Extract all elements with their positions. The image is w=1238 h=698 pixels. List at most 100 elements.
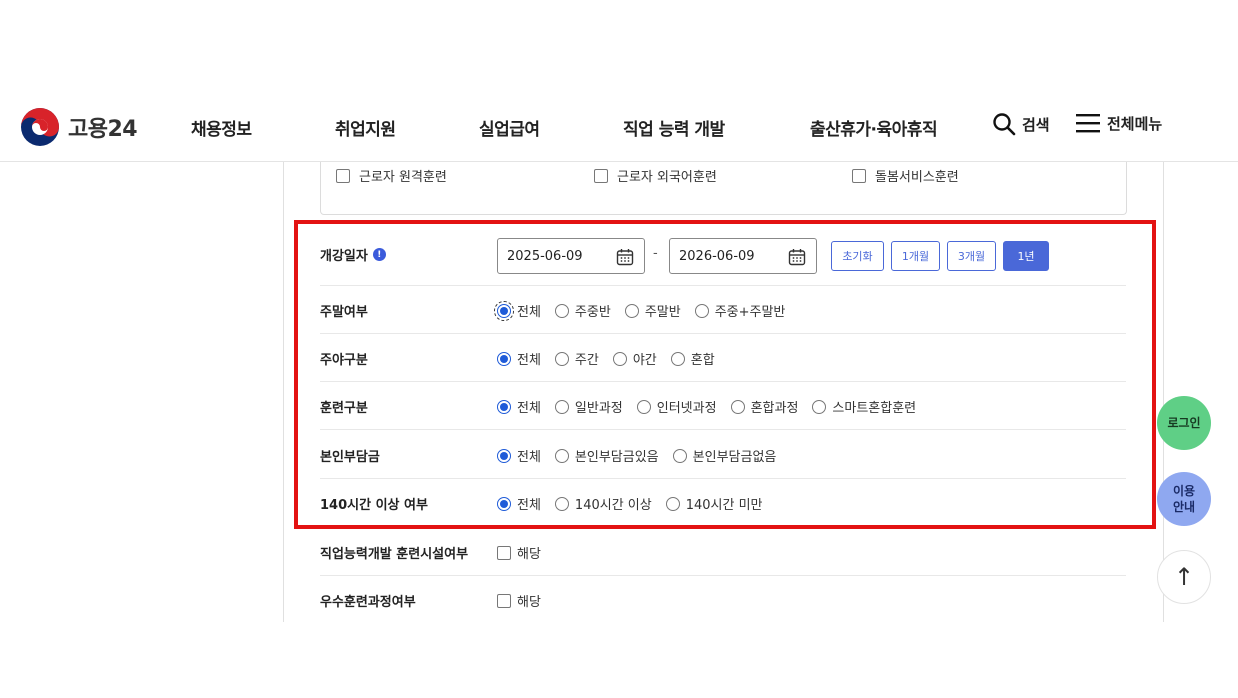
radio-label: 전체 bbox=[517, 450, 541, 465]
date-value: 2025-06-09 bbox=[507, 248, 583, 264]
radio-button[interactable] bbox=[612, 351, 627, 366]
period-1-year-button[interactable]: 1년 bbox=[1003, 241, 1049, 271]
radio-label: 인터넷과정 bbox=[656, 401, 717, 416]
radio-label: 140시간 미만 bbox=[685, 498, 763, 513]
all-menu-label: 전체메뉴 bbox=[1107, 114, 1163, 133]
logo-emblem-icon bbox=[21, 108, 59, 146]
checkbox[interactable] bbox=[497, 593, 511, 608]
logo[interactable]: 고용24 bbox=[20, 107, 138, 147]
period-1-month-button[interactable]: 1개월 bbox=[891, 241, 940, 271]
radio-group-day-night: 전체 주간 야간 혼합 bbox=[497, 349, 729, 368]
nav-item-employment-support[interactable]: 취업지원 bbox=[335, 115, 396, 140]
radio-button[interactable] bbox=[730, 399, 745, 414]
radio-label: 일반과정 bbox=[574, 401, 623, 416]
radio-button[interactable] bbox=[665, 496, 680, 511]
radio-option[interactable]: 주중반 bbox=[554, 301, 611, 320]
radio-option[interactable]: 전체 bbox=[497, 494, 541, 513]
calendar-icon[interactable] bbox=[616, 248, 634, 266]
radio-label: 스마트혼합훈련 bbox=[832, 401, 917, 416]
radio-option[interactable]: 전체 bbox=[497, 397, 541, 416]
radio-option[interactable]: 전체 bbox=[497, 446, 541, 465]
nav-item-unemployment-benefit[interactable]: 실업급여 bbox=[479, 115, 540, 140]
checkbox-foreign-language-training[interactable]: 근로자 외국어훈련 bbox=[594, 166, 717, 185]
radio-label: 혼합 bbox=[690, 353, 715, 368]
radio-button[interactable] bbox=[554, 351, 569, 366]
usage-guide-button[interactable]: 이용 안내 bbox=[1157, 472, 1211, 526]
radio-option[interactable]: 인터넷과정 bbox=[636, 397, 717, 416]
nav-item-parental-leave[interactable]: 출산휴가·육아휴직 bbox=[810, 115, 938, 140]
radio-button[interactable] bbox=[494, 300, 514, 321]
checkbox[interactable] bbox=[336, 168, 350, 183]
start-date-label: 개강일자 bbox=[320, 249, 368, 264]
radio-option[interactable]: 주간 bbox=[554, 349, 599, 368]
checkbox-option[interactable]: 해당 bbox=[497, 591, 541, 610]
logo-text: 고용24 bbox=[68, 117, 138, 142]
checkbox-remote-training[interactable]: 근로자 원격훈련 bbox=[336, 166, 447, 185]
radio-option[interactable]: 본인부담금없음 bbox=[672, 446, 776, 465]
radio-button[interactable] bbox=[694, 303, 709, 318]
checkbox-group-excellent-course: 해당 bbox=[497, 591, 555, 610]
checkbox-option[interactable]: 해당 bbox=[497, 543, 541, 562]
checkbox[interactable] bbox=[852, 168, 866, 183]
radio-option[interactable]: 혼합 bbox=[670, 349, 715, 368]
radio-option[interactable]: 스마트혼합훈련 bbox=[812, 397, 916, 416]
arrow-up-icon: ↑ bbox=[1173, 563, 1195, 591]
radio-button[interactable] bbox=[554, 303, 569, 318]
scroll-top-button[interactable]: ↑ bbox=[1157, 550, 1211, 604]
radio-group-140-hours: 전체 140시간 이상 140시간 미만 bbox=[497, 494, 777, 513]
calendar-icon[interactable] bbox=[788, 248, 806, 266]
radio-label: 전체 bbox=[517, 353, 541, 368]
radio-button[interactable] bbox=[554, 496, 569, 511]
radio-group-training-type: 전체 일반과정 인터넷과정 혼합과정 스마트혼합훈련 bbox=[497, 397, 930, 416]
radio-button[interactable] bbox=[624, 303, 639, 318]
radio-label: 전체 bbox=[517, 498, 541, 513]
search-icon bbox=[993, 113, 1016, 136]
radio-group-weekend: 전체 주중반 주말반 주중+주말반 bbox=[494, 300, 799, 321]
usage-guide-label: 이용 안내 bbox=[1173, 483, 1195, 515]
period-reset-button[interactable]: 초기화 bbox=[831, 241, 884, 271]
radio-option[interactable]: 혼합과정 bbox=[730, 397, 798, 416]
radio-button[interactable] bbox=[812, 399, 827, 414]
usage-guide-line-1: 이용 bbox=[1172, 484, 1196, 498]
search-button[interactable]: 검색 bbox=[992, 112, 1050, 136]
filter-row-self-payment: 본인부담금 전체 본인부담금있음 본인부담금없음 bbox=[320, 431, 1126, 479]
all-menu-button[interactable]: 전체메뉴 bbox=[1075, 112, 1162, 134]
radio-option[interactable]: 140시간 미만 bbox=[665, 494, 763, 513]
radio-button[interactable] bbox=[554, 448, 569, 463]
filter-label: 주야구분 bbox=[320, 353, 368, 368]
checkbox-care-service-training[interactable]: 돌봄서비스훈련 bbox=[852, 166, 959, 185]
radio-option[interactable]: 전체 bbox=[494, 300, 541, 321]
nav-item-vocational-training[interactable]: 직업 능력 개발 bbox=[623, 115, 725, 140]
checkbox[interactable] bbox=[594, 168, 608, 183]
radio-button[interactable] bbox=[554, 399, 569, 414]
filter-label: 훈련구분 bbox=[320, 401, 368, 416]
start-date-to-input[interactable]: 2026-06-09 bbox=[669, 238, 817, 274]
radio-label: 주중반 bbox=[574, 305, 611, 320]
radio-option[interactable]: 주말반 bbox=[624, 301, 681, 320]
radio-option[interactable]: 야간 bbox=[612, 349, 657, 368]
period-3-month-button[interactable]: 3개월 bbox=[947, 241, 996, 271]
nav-item-jobs[interactable]: 채용정보 bbox=[191, 115, 252, 140]
radio-label: 주말반 bbox=[644, 305, 681, 320]
radio-option[interactable]: 140시간 이상 bbox=[554, 494, 652, 513]
radio-option[interactable]: 본인부담금있음 bbox=[554, 446, 659, 465]
radio-option[interactable]: 전체 bbox=[497, 349, 541, 368]
radio-button[interactable] bbox=[497, 351, 511, 366]
filter-row-excellent-course: 우수훈련과정여부 해당 bbox=[320, 576, 1126, 624]
radio-button[interactable] bbox=[497, 448, 511, 463]
checkbox-label: 해당 bbox=[517, 595, 541, 610]
panel-left-border bbox=[283, 162, 284, 622]
radio-option[interactable]: 일반과정 bbox=[554, 397, 623, 416]
checkbox[interactable] bbox=[497, 545, 511, 560]
checkbox-label: 해당 bbox=[517, 547, 541, 562]
login-button[interactable]: 로그인 bbox=[1157, 396, 1211, 450]
radio-label: 140시간 이상 bbox=[574, 498, 652, 513]
info-icon[interactable]: ! bbox=[372, 248, 386, 261]
radio-button[interactable] bbox=[636, 399, 651, 414]
radio-option[interactable]: 주중+주말반 bbox=[694, 301, 785, 320]
start-date-from-input[interactable]: 2025-06-09 bbox=[497, 238, 645, 274]
radio-button[interactable] bbox=[672, 448, 687, 463]
radio-button[interactable] bbox=[497, 496, 511, 511]
radio-button[interactable] bbox=[670, 351, 685, 366]
radio-button[interactable] bbox=[497, 399, 511, 414]
